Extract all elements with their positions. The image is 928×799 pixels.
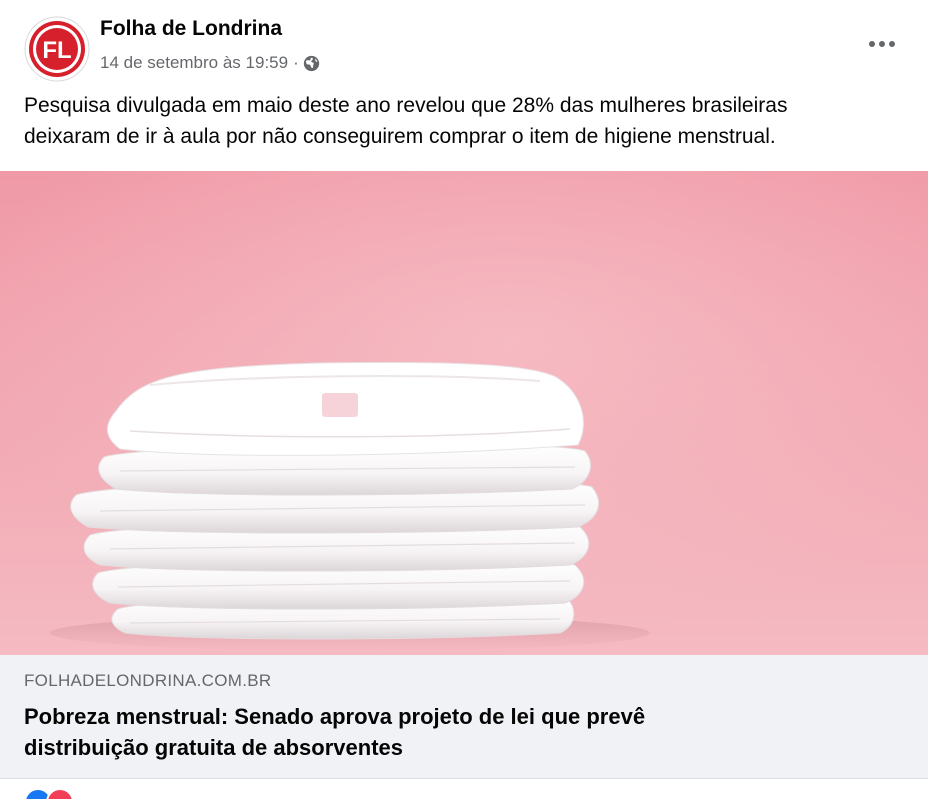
- page-avatar[interactable]: FL: [24, 16, 90, 82]
- post-meta: 14 de setembro às 19:59 ·: [100, 50, 320, 76]
- link-preview-card[interactable]: FOLHADELONDRINA.COM.BR Pobreza menstrual…: [0, 171, 928, 779]
- post-timestamp[interactable]: 14 de setembro às 19:59: [100, 53, 288, 73]
- caption-line: deixaram de ir à aula por não conseguire…: [24, 125, 776, 148]
- post-header: FL Folha de Londrina 14 de setembro às 1…: [0, 0, 928, 90]
- avatar-initials: FL: [42, 37, 71, 64]
- link-title-line: Pobreza menstrual: Senado aprova projeto…: [24, 704, 646, 729]
- link-info[interactable]: FOLHADELONDRINA.COM.BR Pobreza menstrual…: [0, 655, 928, 779]
- facebook-post: FL Folha de Londrina 14 de setembro às 1…: [0, 0, 928, 799]
- more-options-icon: [869, 41, 895, 47]
- globe-icon[interactable]: [303, 55, 320, 72]
- more-options-button[interactable]: [860, 24, 904, 64]
- caption-line: Pesquisa divulgada em maio deste ano rev…: [24, 94, 788, 117]
- reactions-summary[interactable]: [24, 788, 74, 799]
- link-title-line: distribuição gratuita de absorventes: [24, 735, 403, 760]
- folha-de-londrina-logo: FL: [24, 16, 90, 82]
- post-caption: Pesquisa divulgada em maio deste ano rev…: [24, 90, 904, 152]
- page-name[interactable]: Folha de Londrina: [100, 17, 282, 41]
- link-title[interactable]: Pobreza menstrual: Senado aprova projeto…: [24, 701, 904, 763]
- meta-separator: ·: [293, 53, 299, 72]
- link-domain: FOLHADELONDRINA.COM.BR: [24, 671, 272, 690]
- love-reaction-icon: [46, 788, 74, 799]
- sanitary-pads-image[interactable]: [0, 171, 928, 655]
